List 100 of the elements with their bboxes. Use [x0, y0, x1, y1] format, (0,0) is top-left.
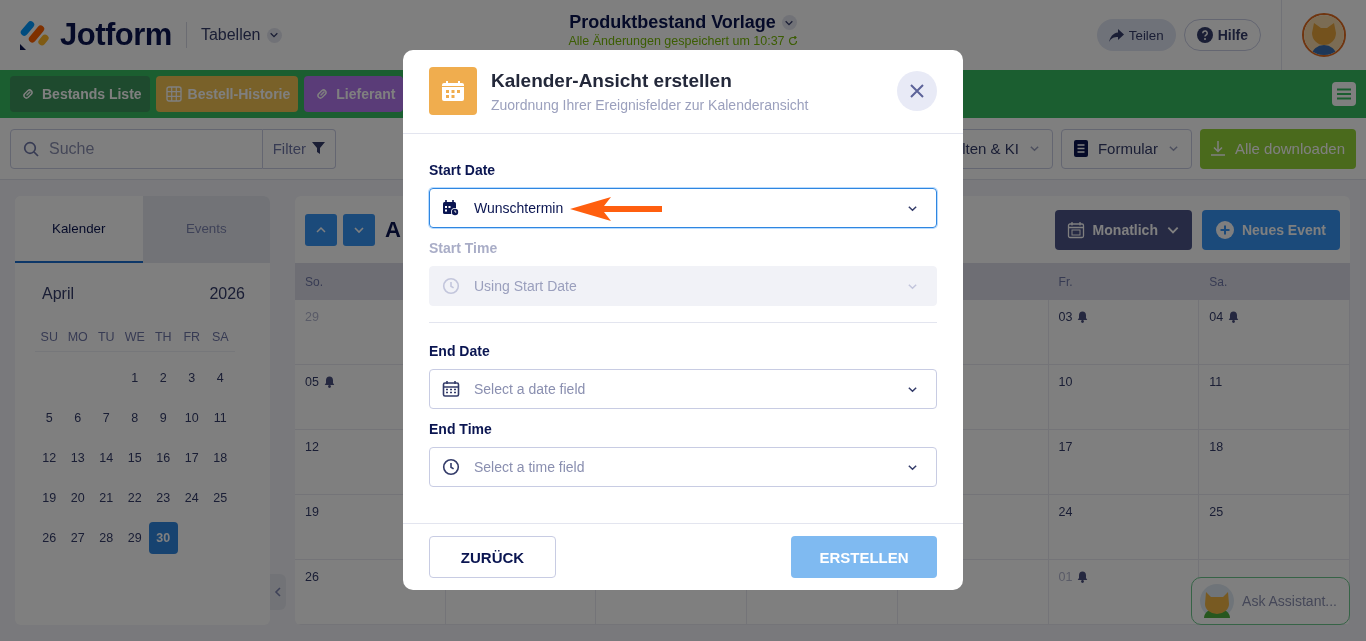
weekday-label: TU — [97, 330, 115, 344]
menu-button[interactable] — [1332, 82, 1356, 106]
date-cell[interactable]: 18 — [206, 442, 235, 474]
select-field[interactable]: Select a date field — [429, 369, 937, 409]
day-cell[interactable]: 10 — [1048, 365, 1200, 430]
date-cell[interactable]: 5 — [35, 402, 64, 434]
date-cell[interactable]: 13 — [63, 442, 92, 474]
app-switcher[interactable]: Tabellen — [200, 26, 282, 44]
day-cell[interactable]: 18 — [1199, 430, 1350, 495]
avatar[interactable] — [1302, 13, 1346, 57]
previous-button[interactable] — [305, 213, 337, 246]
date-cell[interactable]: 1 — [120, 362, 149, 394]
month-label: April — [42, 285, 74, 303]
table-tab[interactable]: Lieferant — [304, 76, 404, 112]
day-number: 17 — [1058, 440, 1073, 454]
select-field[interactable]: Wunschtermin — [429, 188, 937, 228]
logo-text: Jotform — [60, 17, 172, 53]
mascot-icon — [1200, 584, 1235, 618]
date-cell[interactable]: 3 — [177, 362, 206, 394]
search-field[interactable]: Suche — [10, 128, 263, 169]
clock-icon — [442, 458, 460, 476]
bell-icon — [1228, 311, 1240, 323]
help-button[interactable]: Hilfe — [1183, 19, 1261, 51]
date-cell[interactable]: 2 — [149, 362, 178, 394]
date-cell[interactable]: 21 — [92, 482, 121, 514]
date-cell[interactable]: 14 — [92, 442, 121, 474]
date-cell[interactable]: 6 — [63, 402, 92, 434]
date-cell[interactable]: 7 — [92, 402, 121, 434]
save-status: Alle Änderungen gespeichert um 10:37 — [568, 34, 785, 48]
funnel-icon — [312, 142, 325, 155]
filter-button[interactable]: Filter — [262, 128, 336, 169]
field-label: Start Date — [429, 162, 497, 178]
plus-icon — [1215, 220, 1234, 239]
date-cell[interactable]: 28 — [92, 522, 121, 554]
bell-icon — [323, 376, 335, 388]
new-event-button[interactable]: Neues Event — [1201, 209, 1340, 250]
collapse-handle[interactable] — [270, 574, 286, 610]
date-cell[interactable]: 11 — [206, 402, 235, 434]
date-cell[interactable]: 20 — [63, 482, 92, 514]
share-button[interactable]: Teilen — [1096, 19, 1176, 51]
date-cell[interactable]: 4 — [206, 362, 235, 394]
next-button[interactable] — [343, 213, 375, 246]
refresh-icon — [787, 36, 798, 46]
search-input[interactable]: Suche — [49, 133, 249, 164]
select-field[interactable]: Select a time field — [429, 447, 937, 487]
day-cell[interactable]: 25 — [1199, 495, 1350, 560]
day-number: 19 — [305, 505, 319, 519]
day-cell[interactable]: 11 — [1199, 365, 1350, 430]
date-cell[interactable]: 10 — [177, 402, 206, 434]
dialog-title: Kalender-Ansicht erstellen — [491, 69, 733, 92]
date-cell[interactable]: 19 — [35, 482, 64, 514]
assistant-button[interactable]: Ask Assistant... — [1191, 577, 1350, 625]
field-label: Start Time — [429, 240, 499, 256]
day-cell[interactable]: 24 — [1048, 495, 1200, 560]
dialog-subtitle: Zuordnung Ihrer Ereignisfelder zur Kalenderansicht — [491, 96, 810, 113]
date-cell[interactable]: 9 — [149, 402, 178, 434]
date-cell[interactable]: 24 — [177, 482, 206, 514]
day-cell[interactable]: 04 — [1199, 300, 1350, 365]
day-number: 11 — [1209, 375, 1223, 389]
date-cell[interactable]: 12 — [35, 442, 64, 474]
date-cell[interactable]: 25 — [206, 482, 235, 514]
day-number: 03 — [1058, 310, 1073, 324]
bell-icon — [1077, 311, 1089, 323]
grid-icon — [165, 86, 182, 102]
table-tab[interactable]: Bestands Liste — [10, 76, 150, 112]
weekday-label: WE — [124, 330, 145, 344]
chevron-down-icon — [1028, 143, 1040, 154]
day-number: 12 — [305, 440, 319, 454]
date-cell[interactable]: 22 — [120, 482, 149, 514]
help-icon — [1196, 27, 1213, 43]
date-cell[interactable]: 27 — [63, 522, 92, 554]
year-label: 2026 — [209, 285, 245, 303]
date-cell[interactable]: 29 — [120, 522, 149, 554]
day-cell[interactable]: 03 — [1048, 300, 1200, 365]
day-number: 10 — [1058, 375, 1073, 389]
day-cell[interactable]: 17 — [1048, 430, 1200, 495]
menu-icon — [1337, 88, 1351, 100]
weekday-label: SA — [211, 330, 229, 344]
logo-icon — [18, 18, 52, 52]
date-cell[interactable]: 23 — [149, 482, 178, 514]
date-cell[interactable]: 26 — [35, 522, 64, 554]
form-dropdown[interactable]: Formular — [1060, 128, 1192, 169]
day-number: 18 — [1209, 440, 1224, 454]
back-button[interactable]: ZURÜCK — [429, 536, 556, 578]
date-cell[interactable]: 15 — [120, 442, 149, 474]
weekday-label: FR — [183, 330, 201, 344]
chevron-down-icon — [269, 30, 279, 40]
view-dropdown[interactable]: Monatlich — [1054, 209, 1192, 250]
clock-icon — [442, 277, 460, 295]
day-number: 26 — [305, 570, 319, 584]
calendar-icon — [442, 380, 460, 398]
day-number: 25 — [1209, 505, 1224, 519]
date-cell[interactable]: 30 — [149, 522, 178, 554]
share-icon — [1108, 28, 1124, 42]
close-button[interactable] — [897, 71, 937, 111]
date-cell[interactable]: 17 — [177, 442, 206, 474]
weekday-label: SU — [40, 330, 58, 344]
date-cell[interactable]: 16 — [149, 442, 178, 474]
date-cell[interactable]: 8 — [120, 402, 149, 434]
weekday-label: MO — [67, 330, 88, 344]
